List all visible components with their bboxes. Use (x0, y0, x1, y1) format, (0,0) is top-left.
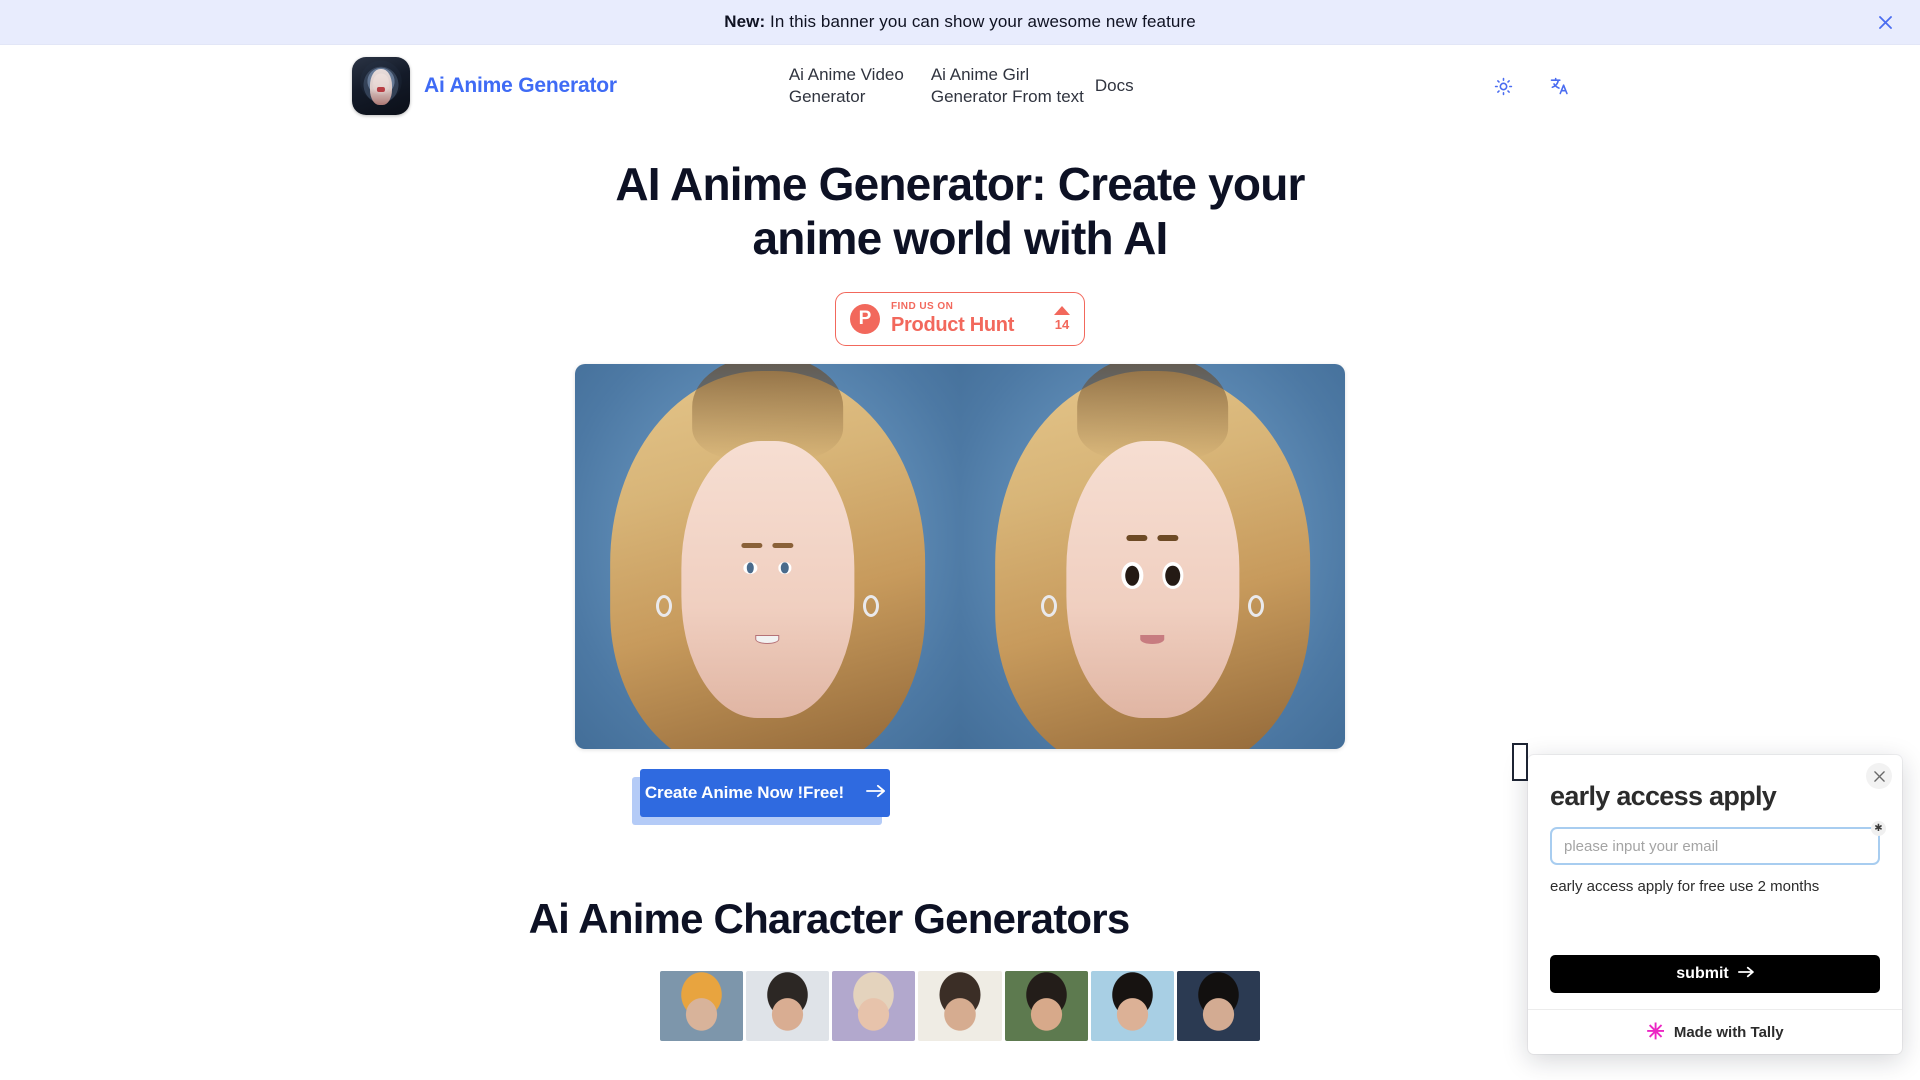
mouth-shape (1140, 634, 1165, 645)
hero-image-anime-result (960, 363, 1345, 749)
product-hunt-kicker: FIND US ON (891, 301, 954, 313)
hero-section: AI Anime Generator: Create your anime wo… (0, 127, 1920, 825)
submit-button-label: submit (1676, 965, 1729, 982)
eyebrow-right (772, 543, 794, 549)
caret-up-icon (1054, 306, 1070, 316)
main-navigation: Ai Anime Video Generator Ai Anime Girl G… (789, 64, 1134, 108)
character-thumb-1[interactable] (660, 970, 744, 1041)
earring-left (1040, 594, 1057, 617)
nav-item-ai-anime-girl-generator-from-text[interactable]: Ai Anime Girl Generator From text (931, 64, 1095, 108)
character-thumb-4[interactable] (918, 970, 1002, 1041)
announcement-banner-text: New: In this banner you can show your aw… (724, 12, 1196, 32)
made-with-tally-label: Made with Tally (1673, 1023, 1784, 1041)
eyebrow-left (1126, 534, 1148, 541)
hero-image-original-photo (575, 363, 960, 749)
made-with-tally-link[interactable]: ✳ Made with Tally (1528, 1009, 1902, 1054)
create-anime-button[interactable]: Create Anime Now !Free! (640, 768, 890, 817)
arrow-right-icon (1737, 965, 1754, 983)
character-thumb-7[interactable] (1176, 970, 1260, 1041)
earring-right (1248, 594, 1265, 617)
required-indicator: ✱ (1871, 821, 1886, 836)
nav-item-docs[interactable]: Docs (1095, 75, 1134, 97)
tally-early-access-popup: early access apply ✱ early access apply … (1528, 755, 1902, 1054)
mouth-shape (755, 634, 780, 645)
sun-icon[interactable] (1490, 73, 1516, 99)
header-actions (1490, 73, 1872, 99)
close-icon[interactable] (1872, 9, 1898, 35)
character-thumb-5[interactable] (1004, 970, 1088, 1041)
nav-item-ai-anime-video-generator[interactable]: Ai Anime Video Generator (789, 64, 931, 108)
submit-button[interactable]: submit (1550, 955, 1880, 993)
hero-before-after-image (575, 363, 1345, 749)
brand-name: Ai Anime Generator (424, 74, 617, 97)
product-hunt-badge[interactable]: P FIND US ON Product Hunt 14 (835, 291, 1085, 346)
character-thumb-6[interactable] (1090, 970, 1174, 1041)
tally-popup-body: early access apply ✱ early access apply … (1528, 755, 1902, 1009)
tally-help-text: early access apply for free use 2 months (1550, 878, 1820, 895)
announcement-banner-prefix: New: (724, 12, 766, 31)
face-shape (680, 440, 855, 718)
email-field-row: ✱ (1550, 821, 1886, 865)
eyebrow-right (1157, 534, 1179, 541)
product-hunt-name: Product Hunt (891, 314, 1015, 337)
email-input[interactable] (1550, 827, 1880, 865)
eye-right (777, 562, 792, 575)
product-hunt-icon: P (850, 303, 880, 334)
earring-left (655, 594, 672, 617)
translate-icon[interactable] (1546, 73, 1572, 99)
site-header: Ai Anime Generator Ai Anime Video Genera… (0, 45, 1920, 127)
eye-left (743, 562, 758, 575)
create-anime-button-label: Create Anime Now !Free! (644, 782, 845, 802)
product-hunt-text: FIND US ON Product Hunt (891, 301, 1015, 337)
product-hunt-vote-count: 14 (1054, 317, 1070, 333)
eye-right (1162, 562, 1184, 589)
asterisk-icon: ✳ (1646, 1019, 1665, 1044)
brand-avatar-icon (352, 57, 410, 115)
missing-glyph-box (1512, 743, 1528, 781)
arrow-right-icon (866, 783, 886, 803)
announcement-banner-body: In this banner you can show your awesome… (765, 12, 1196, 31)
brand-logo-link[interactable]: Ai Anime Generator (352, 57, 617, 115)
close-icon[interactable] (1866, 763, 1892, 789)
character-thumb-3[interactable] (832, 970, 916, 1041)
announcement-banner: New: In this banner you can show your aw… (0, 0, 1920, 45)
earring-right (863, 594, 880, 617)
character-thumbnail-strip (660, 970, 1260, 1041)
eyebrow-left (741, 543, 763, 549)
eye-left (1121, 562, 1143, 589)
cta-container: Create Anime Now !Free! (632, 768, 890, 825)
character-thumb-2[interactable] (746, 970, 830, 1041)
product-hunt-votes: 14 (1054, 306, 1070, 331)
page-title: AI Anime Generator: Create your anime wo… (615, 158, 1305, 265)
tally-popup-title: early access apply (1550, 781, 1777, 811)
face-shape (1065, 440, 1240, 718)
